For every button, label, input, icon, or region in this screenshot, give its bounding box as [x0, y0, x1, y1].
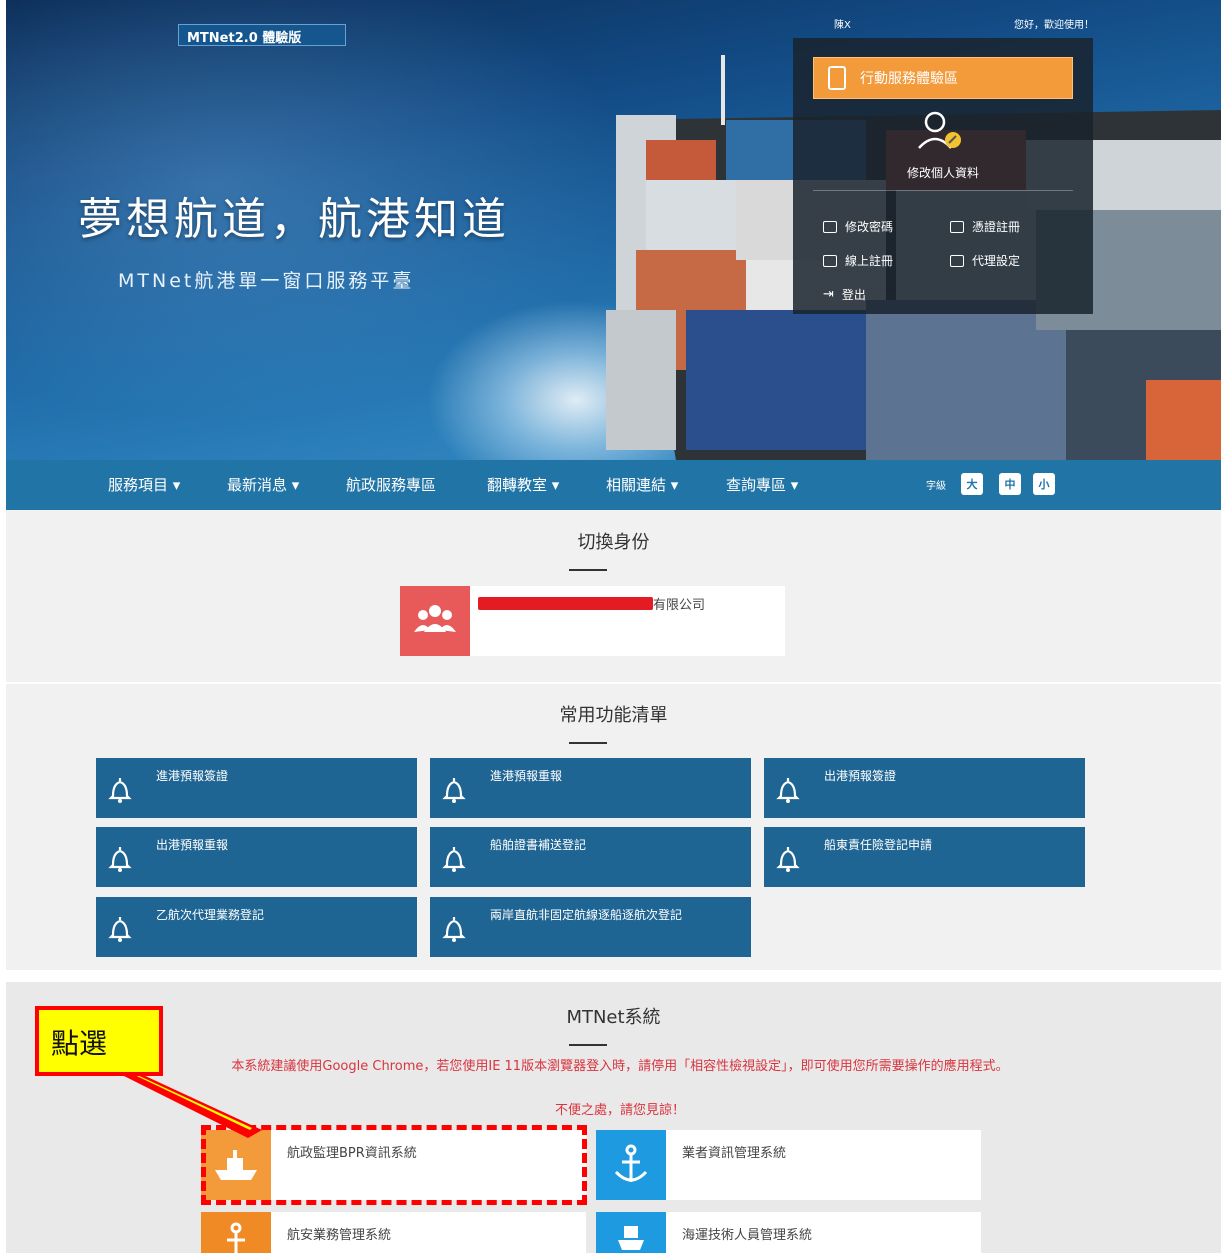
annotation-callout: 點選	[35, 1006, 163, 1076]
callout-arrow	[108, 1068, 262, 1138]
